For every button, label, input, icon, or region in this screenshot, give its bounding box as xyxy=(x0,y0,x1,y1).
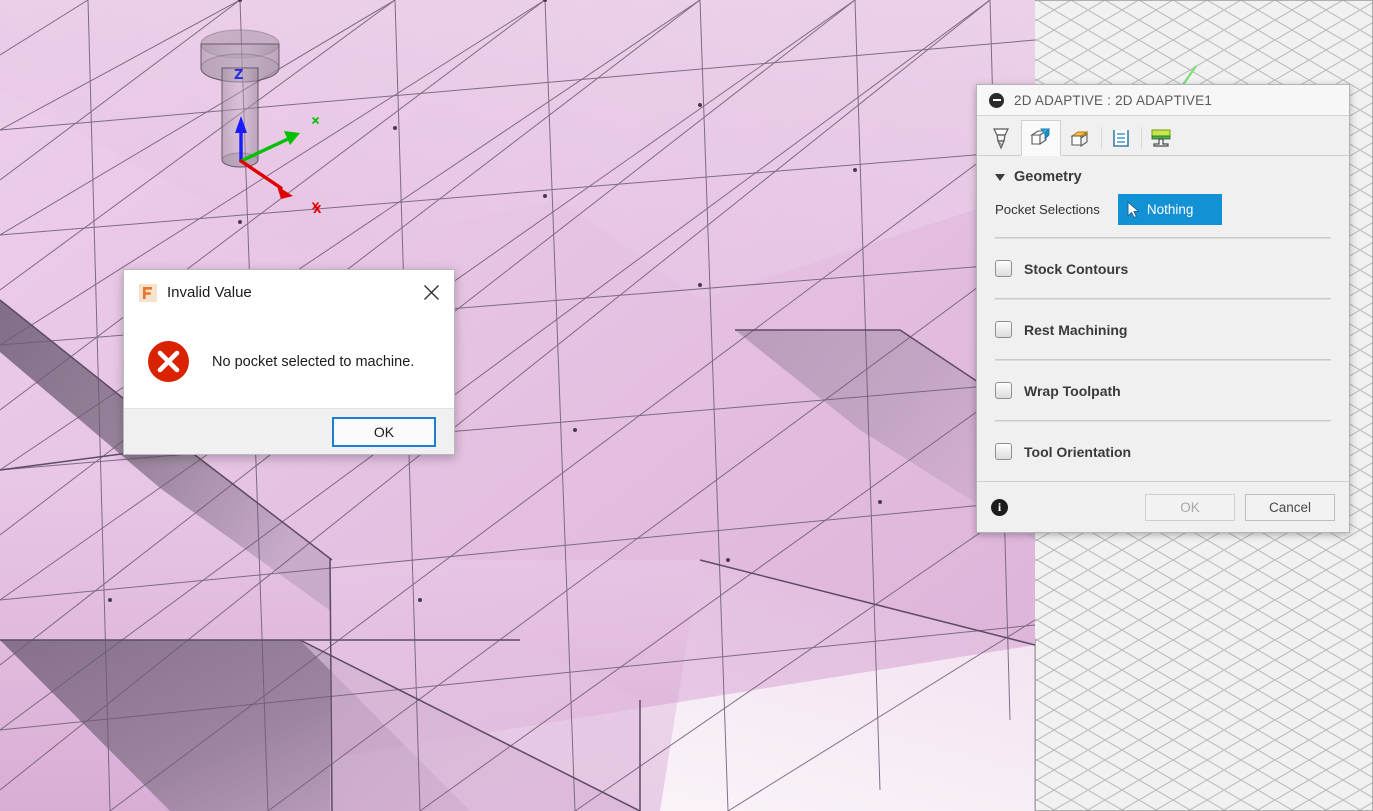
rest-machining-label: Rest Machining xyxy=(1024,321,1128,338)
invalid-value-dialog[interactable]: Invalid Value No pocket selected to mach… xyxy=(123,269,455,455)
panel-footer: i OK Cancel xyxy=(977,481,1349,532)
pocket-selections-label: Pocket Selections xyxy=(995,202,1100,217)
wrap-toolpath-label: Wrap Toolpath xyxy=(1024,382,1121,399)
geometry-group-title: Geometry xyxy=(1014,169,1082,185)
heights-box-icon xyxy=(1070,131,1089,148)
option-row-stock-contours[interactable]: Stock Contours xyxy=(977,239,1349,298)
option-row-wrap-toolpath[interactable]: Wrap Toolpath xyxy=(977,361,1349,420)
panel-body: Geometry Pocket Selections Nothing Stock… xyxy=(977,156,1349,481)
stock-contours-checkbox[interactable] xyxy=(995,260,1012,277)
geometry-group-header[interactable]: Geometry xyxy=(977,156,1349,194)
stock-contours-label: Stock Contours xyxy=(1024,260,1129,277)
panel-ok-button[interactable]: OK xyxy=(1145,493,1235,521)
pocket-selections-button-label: Nothing xyxy=(1146,202,1194,217)
info-icon[interactable]: i xyxy=(991,498,1008,516)
tool-orientation-checkbox[interactable] xyxy=(995,443,1012,460)
tool-orientation-label: Tool Orientation xyxy=(1024,443,1132,460)
caret-down-icon[interactable] xyxy=(995,173,1005,181)
option-row-rest-machining[interactable]: Rest Machining xyxy=(977,300,1349,359)
option-row-tool-orientation[interactable]: Tool Orientation xyxy=(977,422,1349,481)
wrap-toolpath-checkbox[interactable] xyxy=(995,382,1012,399)
panel-tabstrip[interactable] xyxy=(977,116,1349,156)
fusion-f-logo-icon xyxy=(139,283,157,302)
passes-icon xyxy=(1113,130,1129,147)
dialog-ok-button[interactable]: OK xyxy=(332,416,436,447)
panel-header: 2D ADAPTIVE : 2D ADAPTIVE1 xyxy=(977,85,1349,116)
panel-cancel-button[interactable]: Cancel xyxy=(1245,493,1335,521)
pocket-selections-button[interactable]: Nothing xyxy=(1117,194,1222,225)
tab-geometry[interactable] xyxy=(1021,120,1061,156)
error-x-icon xyxy=(147,340,190,383)
svg-text:Z: Z xyxy=(234,68,243,83)
end-mill-icon xyxy=(993,128,1009,150)
dialog-message-area: No pocket selected to machine. xyxy=(124,315,454,408)
tab-heights[interactable] xyxy=(1061,120,1101,155)
geometry-cube-icon xyxy=(1030,127,1050,146)
rest-machining-checkbox[interactable] xyxy=(995,321,1012,338)
minimize-icon[interactable] xyxy=(989,92,1004,108)
dialog-title: Invalid Value xyxy=(167,284,252,301)
tab-passes[interactable] xyxy=(1101,120,1141,155)
dialog-footer: OK xyxy=(124,408,454,454)
linking-icon xyxy=(1151,129,1171,147)
tab-tool[interactable] xyxy=(981,120,1021,155)
close-icon[interactable] xyxy=(408,270,454,315)
dialog-titlebar: Invalid Value xyxy=(124,270,454,315)
tab-linking[interactable] xyxy=(1141,120,1181,155)
dialog-message: No pocket selected to machine. xyxy=(212,353,415,370)
pocket-selections-row: Pocket Selections Nothing xyxy=(977,194,1349,237)
command-panel-2d-adaptive[interactable]: 2D ADAPTIVE : 2D ADAPTIVE1 Geometry Pock… xyxy=(976,84,1350,533)
svg-text:X: X xyxy=(313,203,322,216)
panel-title: 2D ADAPTIVE : 2D ADAPTIVE1 xyxy=(1014,92,1213,108)
select-cursor-icon xyxy=(1127,200,1140,218)
